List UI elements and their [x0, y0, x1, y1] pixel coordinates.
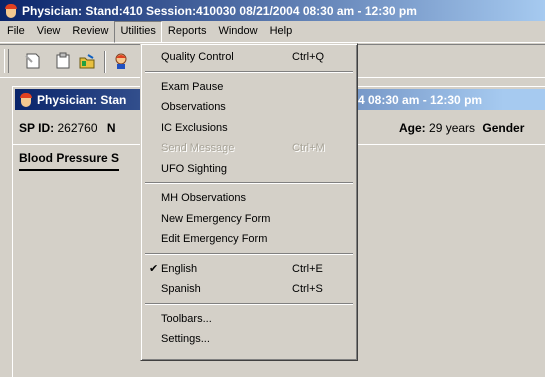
menu-item-observations[interactable]: Observations: [143, 97, 355, 118]
patient-icon[interactable]: [112, 52, 130, 70]
menu-item-shortcut: Ctrl+E: [292, 262, 323, 275]
menu-item-ic-exclusions[interactable]: IC Exclusions: [143, 118, 355, 139]
menu-utilities[interactable]: Utilities: [114, 20, 162, 43]
menu-item-ufo-sighting[interactable]: UFO Sighting: [143, 159, 355, 180]
menu-item-english[interactable]: ✔ English Ctrl+E: [143, 259, 355, 280]
menu-item-label: MH Observations: [161, 192, 246, 204]
tab-blood-pressure[interactable]: Blood Pressure S: [19, 151, 120, 171]
physician-app-icon: [19, 92, 33, 107]
window-title: Physician: Stand:410 Session:410030 08/2…: [22, 3, 417, 18]
menu-item-label: Send Message: [161, 142, 235, 154]
menu-item-label: Spanish: [161, 283, 201, 295]
menu-file[interactable]: File: [1, 21, 31, 43]
menu-separator: [145, 252, 353, 255]
menu-item-edit-emergency-form[interactable]: Edit Emergency Form: [143, 229, 355, 250]
menu-item-label: Quality Control: [161, 51, 234, 63]
open-folder-icon[interactable]: [78, 52, 96, 70]
menu-item-mh-observations[interactable]: MH Observations: [143, 188, 355, 209]
physician-app-icon: [4, 3, 18, 18]
menu-item-label: IC Exclusions: [161, 121, 228, 134]
checkmark-icon: ✔: [149, 262, 159, 275]
toolbar-grip[interactable]: [4, 49, 9, 73]
menu-separator: [145, 302, 353, 305]
child-window-title-right: 4 08:30 am - 12:30 pm: [358, 92, 483, 107]
menu-item-toolbars[interactable]: Toolbars...: [143, 309, 355, 330]
menu-item-label: English: [161, 262, 198, 275]
menu-item-new-emergency-form[interactable]: New Emergency Form: [143, 209, 355, 230]
menu-item-label: Exam Pause: [161, 80, 224, 93]
menu-review[interactable]: Review: [66, 21, 114, 43]
clipboard-icon[interactable]: [54, 52, 72, 70]
age-label: Age:: [399, 121, 426, 135]
child-window-title: Physician: Stan: [37, 92, 127, 107]
menu-view[interactable]: View: [31, 21, 67, 43]
sp-id-value: 262760: [57, 121, 98, 135]
menu-item-spanish[interactable]: Spanish Ctrl+S: [143, 279, 355, 300]
menu-item-label: Observations: [161, 101, 226, 113]
menu-item-shortcut: Ctrl+S: [292, 283, 323, 295]
menu-item-label: Toolbars...: [161, 312, 212, 325]
toolbar-separator: [104, 51, 106, 73]
menu-item-shortcut: Ctrl+Q: [292, 51, 325, 63]
menu-window[interactable]: Window: [212, 21, 263, 43]
menu-item-exam-pause[interactable]: Exam Pause: [143, 77, 355, 98]
menu-item-quality-control[interactable]: Quality Control Ctrl+Q: [143, 47, 355, 68]
sp-id-label: SP ID:: [19, 121, 55, 135]
menu-separator: [145, 70, 353, 73]
truncated-label: N: [106, 121, 116, 135]
menu-item-label: Settings...: [161, 333, 210, 345]
gender-label: Gender: [482, 121, 525, 135]
menu-reports[interactable]: Reports: [162, 21, 213, 43]
window-titlebar[interactable]: Physician: Stand:410 Session:410030 08/2…: [0, 0, 545, 21]
utilities-dropdown-menu: Quality Control Ctrl+Q Exam Pause Observ…: [140, 43, 358, 361]
menu-item-label: Edit Emergency Form: [161, 233, 268, 245]
menu-item-send-message: Send Message Ctrl+M: [143, 138, 355, 159]
menu-help[interactable]: Help: [264, 21, 299, 43]
menu-item-label: UFO Sighting: [161, 162, 228, 175]
menu-bar: File View Review Utilities Reports Windo…: [0, 20, 545, 43]
menu-item-settings[interactable]: Settings...: [143, 329, 355, 350]
menu-separator: [145, 182, 353, 184]
menu-item-label: New Emergency Form: [161, 212, 271, 225]
age-value: 29 years: [429, 121, 476, 135]
new-document-icon[interactable]: [24, 52, 42, 70]
menu-item-shortcut: Ctrl+M: [292, 142, 325, 154]
